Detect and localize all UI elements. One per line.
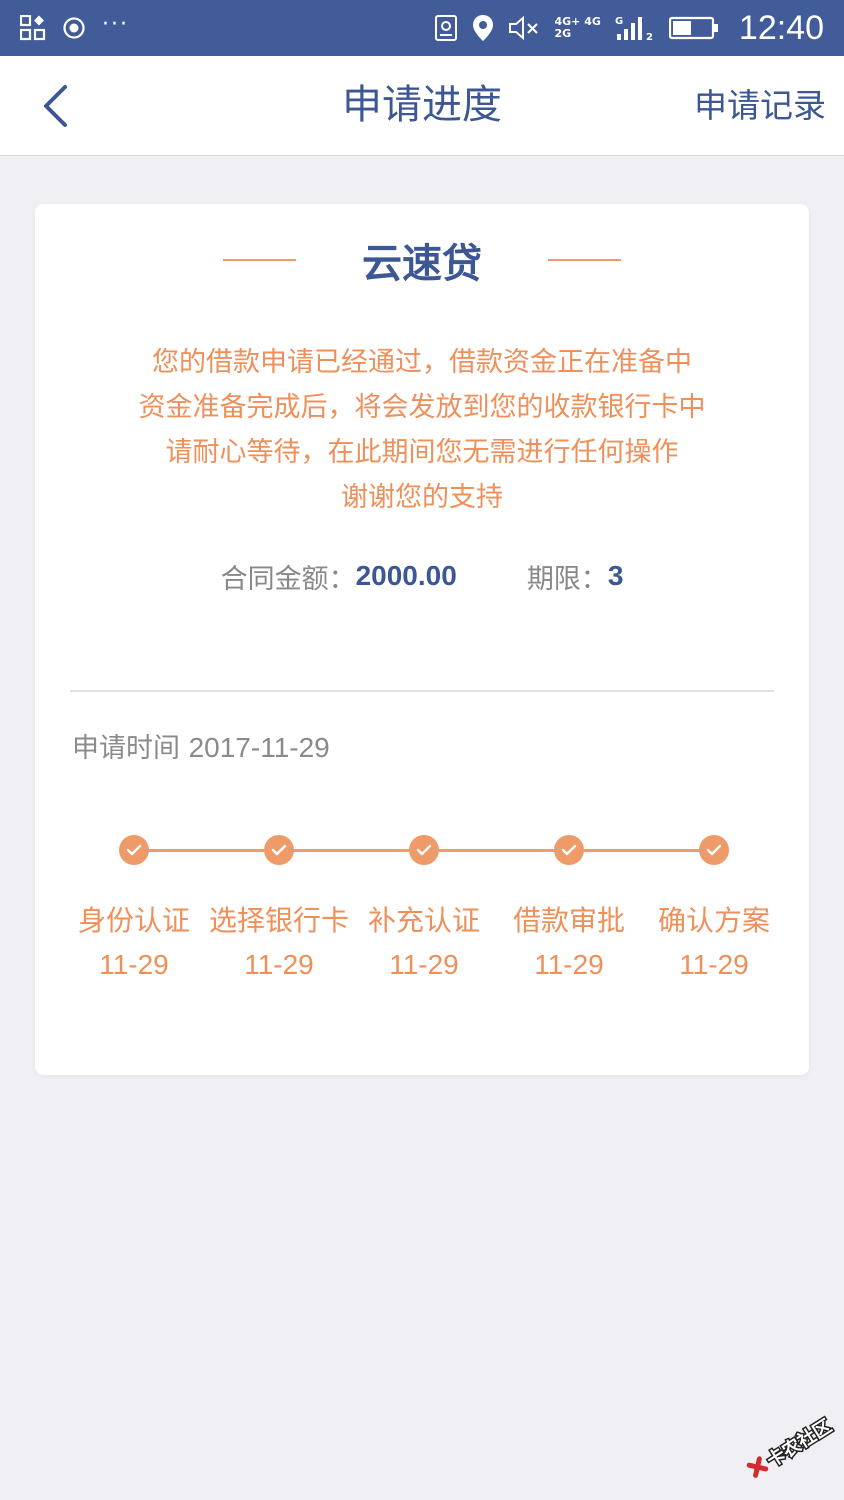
nav-bar: 申请进度 申请记录 [0, 56, 844, 156]
amount-value: 2000.00 [355, 560, 457, 591]
status-message: 您的借款申请已经通过，借款资金正在准备中 资金准备完成后，将会发放到您的收款银行… [35, 340, 809, 520]
message-line: 谢谢您的支持 [341, 482, 503, 513]
step-label: 确认方案 [657, 904, 770, 937]
status-bar: ··· 4G+ 4G 2G G 2 12:40 [0, 0, 844, 56]
check-icon [119, 835, 149, 865]
check-icon [409, 835, 439, 865]
clock: 12:40 [738, 8, 824, 47]
divider [70, 690, 774, 692]
progress-steps: 身份认证 11-29 选择银行卡 11-29 补充认证 11-29 借款审批 1… [35, 824, 809, 1004]
step-date: 11-29 [679, 949, 749, 980]
svg-text:卡农社区: 卡农社区 [763, 1415, 836, 1472]
apply-time-label: 申请时间 [72, 733, 180, 764]
progress-card: 云速贷 您的借款申请已经通过，借款资金正在准备中 资金准备完成后，将会发放到您的… [35, 204, 809, 1075]
title-divider-right [548, 259, 621, 261]
contract-info: 合同金额： 2000.00 期限： 3 [35, 554, 809, 598]
step-label: 选择银行卡 [209, 904, 350, 937]
mute-icon [508, 15, 540, 41]
record-icon [62, 16, 86, 40]
step-select-bank-card: 选择银行卡 11-29 [209, 824, 349, 983]
apps-grid-icon [20, 15, 46, 41]
more-notifications-icon: ··· [102, 12, 129, 37]
network-type-indicator: 4G+ 4G 2G [554, 15, 601, 40]
product-title: 云速贷 [362, 241, 482, 287]
step-confirm-plan: 确认方案 11-29 [644, 824, 784, 983]
step-date: 11-29 [534, 949, 604, 980]
svg-text:G: G [615, 16, 623, 27]
title-divider-left [223, 259, 296, 261]
apply-time-value: 2017-11-29 [188, 732, 330, 763]
check-icon [554, 835, 584, 865]
amount-label: 合同金额： [220, 563, 356, 595]
signal-strength-icon: G 2 [615, 14, 655, 42]
step-date: 11-29 [244, 949, 314, 980]
status-bar-left: ··· [20, 0, 129, 56]
step-loan-approval: 借款审批 11-29 [499, 824, 639, 983]
svg-text:2: 2 [646, 32, 653, 42]
location-icon [472, 14, 494, 42]
step-supplementary-verification: 补充认证 11-29 [354, 824, 494, 983]
step-date: 11-29 [389, 949, 459, 980]
step-label: 补充认证 [367, 904, 480, 937]
step-date: 11-29 [99, 949, 169, 980]
message-line: 您的借款申请已经通过，借款资金正在准备中 [152, 347, 692, 378]
check-icon [699, 835, 729, 865]
apply-time: 申请时间 2017-11-29 [72, 726, 330, 765]
step-identity-verification: 身份认证 11-29 [64, 824, 204, 983]
message-line: 请耐心等待，在此期间您无需进行任何操作 [165, 437, 679, 468]
watermark-logo: 卡农社区 [738, 1408, 838, 1488]
battery-icon [668, 16, 719, 40]
term-label: 期限： [526, 563, 608, 595]
check-icon [264, 835, 294, 865]
step-label: 身份认证 [77, 904, 190, 937]
status-bar-right: 4G+ 4G 2G G 2 12:40 [434, 0, 824, 56]
step-label: 借款审批 [512, 904, 625, 937]
application-records-link[interactable]: 申请记录 [694, 56, 826, 155]
term-value: 3 [607, 560, 624, 591]
message-line: 资金准备完成后，将会发放到您的收款银行卡中 [138, 392, 706, 423]
card-header: 云速贷 [35, 228, 809, 292]
sim-card-icon [434, 15, 458, 41]
